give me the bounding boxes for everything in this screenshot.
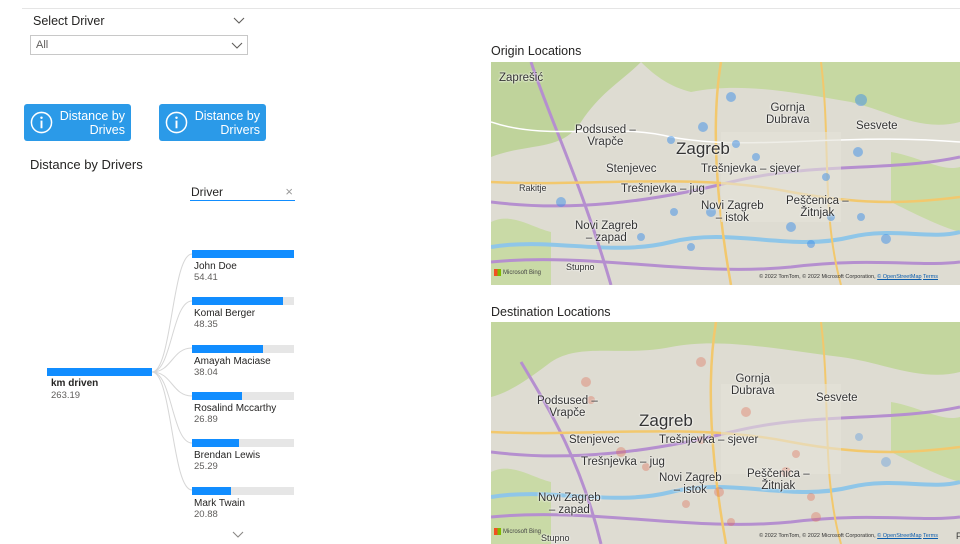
map-label: Trešnjevka – jug <box>621 183 705 195</box>
tree-connectors <box>151 253 193 491</box>
map-label: Stupno <box>566 262 595 272</box>
node-name: Komal Berger <box>194 308 256 319</box>
node-bar <box>192 250 294 258</box>
map-label: Novi Zagreb – istok <box>701 200 764 225</box>
root-label: km driven <box>51 378 99 389</box>
root-bar[interactable] <box>47 368 152 376</box>
close-icon[interactable]: × <box>285 184 293 199</box>
map-copyright: © 2022 TomTom, © 2022 Microsoft Corporat… <box>759 533 938 539</box>
map-label: Peščenica – Žitnjak <box>747 468 810 493</box>
node-value: 38.04 <box>194 367 218 378</box>
button-label: Distance by Drivers <box>194 109 260 137</box>
node-value: 48.35 <box>194 319 218 330</box>
origin-map-title: Origin Locations <box>491 44 582 58</box>
map-label: Rakitje <box>519 183 547 193</box>
map-edge-text: P <box>956 531 960 541</box>
node-bar <box>192 439 239 447</box>
chevron-down-icon[interactable] <box>232 13 246 27</box>
node-name: Mark Twain <box>194 498 245 509</box>
dropdown-value: All <box>36 39 49 51</box>
openstreetmap-link[interactable]: © OpenStreetMap <box>877 274 921 280</box>
node-value: 20.88 <box>194 509 218 520</box>
node-track <box>192 345 294 353</box>
map-label: Novi Zagreb – zapad <box>538 492 601 517</box>
map-label: Gornja Dubrava <box>731 373 775 398</box>
node-name: Amayah Maciase <box>194 356 271 367</box>
node-track <box>192 297 294 305</box>
driver-dropdown[interactable]: All <box>30 35 248 55</box>
destination-map-title: Destination Locations <box>491 305 611 319</box>
map-label: Peščenica – Žitnjak <box>786 195 849 220</box>
map-label: Gornja Dubrava <box>766 102 810 127</box>
map-copyright: © 2022 TomTom, © 2022 Microsoft Corporat… <box>759 274 938 280</box>
node-bar <box>192 392 242 400</box>
node-name: John Doe <box>194 261 237 272</box>
map-label: Novi Zagreb – zapad <box>575 220 638 245</box>
driver-field-header[interactable]: Driver × <box>190 184 295 201</box>
map-label: Stenjevec <box>606 163 657 175</box>
bing-logo: Microsoft Bing <box>494 269 541 276</box>
map-label: Sesvete <box>856 120 898 132</box>
map-label: Trešnjevka – sjever <box>701 163 801 175</box>
destination-map[interactable]: Podsused – Vrapče Zagreb Gornja Dubrava … <box>491 322 960 544</box>
node-track <box>192 250 294 258</box>
button-label: Distance by Drives <box>59 109 125 137</box>
map-label: Zaprešić <box>499 72 544 84</box>
node-value: 54.41 <box>194 272 218 283</box>
top-divider <box>22 8 960 9</box>
node-track <box>192 439 294 447</box>
map-label: Stupno <box>541 533 570 543</box>
terms-link[interactable]: Terms <box>923 274 938 280</box>
distance-by-drivers-button[interactable]: Distance by Drivers <box>159 104 266 141</box>
map-label: Podsused – Vrapče <box>575 124 636 149</box>
map-label: Zagreb <box>676 139 730 158</box>
node-bar <box>192 297 283 305</box>
map-label: Sesvete <box>816 392 858 404</box>
bing-logo: Microsoft Bing <box>494 528 541 535</box>
chevron-down-icon[interactable] <box>231 530 245 540</box>
map-label: Trešnjevka – jug <box>581 456 665 468</box>
node-name: Rosalind Mccarthy <box>194 403 277 414</box>
distance-by-drives-button[interactable]: Distance by Drives <box>24 104 131 141</box>
node-value: 25.29 <box>194 461 218 472</box>
map-label: Novi Zagreb – istok <box>659 472 722 497</box>
node-name: Brendan Lewis <box>194 450 261 461</box>
root-value: 263.19 <box>51 390 81 401</box>
chevron-down-icon <box>231 42 243 49</box>
terms-link[interactable]: Terms <box>923 533 938 539</box>
map-label: Trešnjevka – sjever <box>659 434 759 446</box>
decomposition-title: Distance by Drivers <box>30 157 143 172</box>
microsoft-logo-icon <box>494 528 501 535</box>
map-label: Stenjevec <box>569 434 620 446</box>
info-icon <box>165 111 188 134</box>
origin-map[interactable]: Zaprešić Podsused – Vrapče Zagreb Gornja… <box>491 62 960 285</box>
slicer-title: Select Driver <box>33 14 105 28</box>
node-track <box>192 487 294 495</box>
node-track <box>192 392 294 400</box>
node-bar <box>192 345 263 353</box>
map-label: Zagreb <box>639 411 693 430</box>
field-label: Driver <box>191 185 223 199</box>
openstreetmap-link[interactable]: © OpenStreetMap <box>877 533 921 539</box>
info-icon <box>30 111 53 134</box>
microsoft-logo-icon <box>494 269 501 276</box>
node-value: 26.89 <box>194 414 218 425</box>
node-bar <box>192 487 231 495</box>
map-label: Podsused – Vrapče <box>537 395 598 420</box>
